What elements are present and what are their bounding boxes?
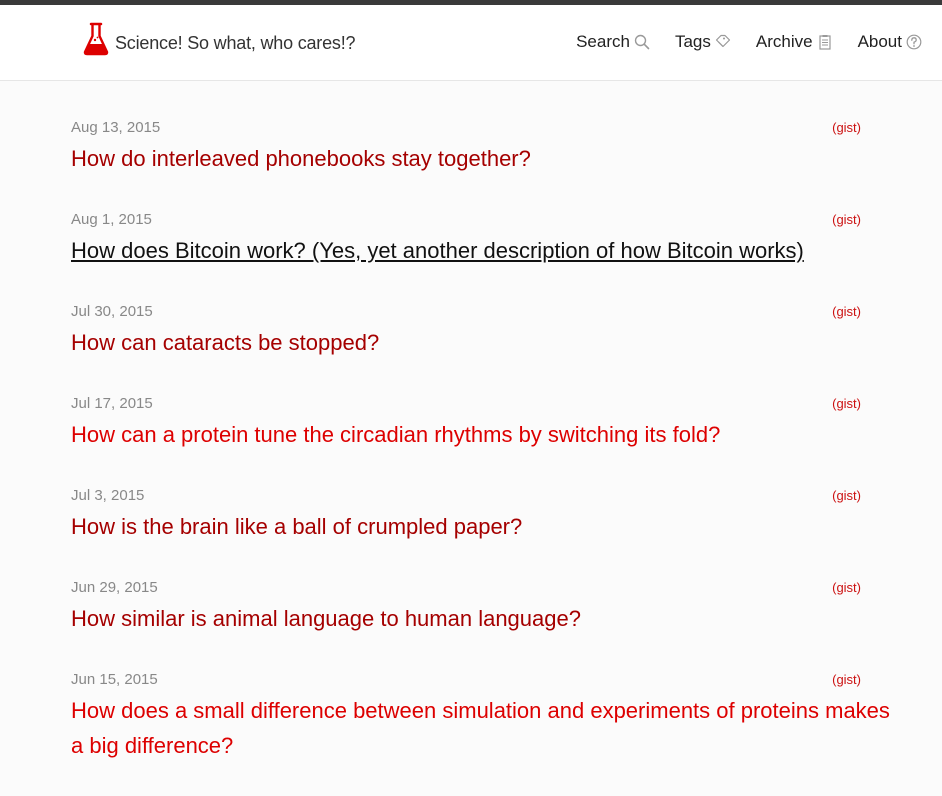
post-item: Jun 15, 2015 (gist) How does a small dif… [71,669,891,763]
site-title: Science! So what, who cares!? [115,33,356,53]
post-date: Aug 13, 2015 [71,119,161,136]
tag-icon [715,34,730,48]
post-title-link[interactable]: How does Bitcoin work? (Yes, yet another… [71,233,804,268]
post-title-link[interactable]: How do interleaved phonebooks stay toget… [71,141,531,176]
post-title-link[interactable]: How does a small difference between simu… [71,693,891,763]
gist-link[interactable]: (gist) [832,120,861,135]
nav-about[interactable]: About [858,32,922,52]
post-date: Jun 29, 2015 [71,579,158,596]
nav-archive[interactable]: Archive [756,32,833,52]
nav-tags-label: Tags [674,32,711,51]
gist-link[interactable]: (gist) [832,396,861,411]
question-icon [906,34,922,50]
site-header: Science! So what, who cares!? Search Tag… [0,5,942,81]
gist-link[interactable]: (gist) [832,304,861,319]
flask-icon [83,22,109,56]
post-date: Jul 3, 2015 [71,487,145,504]
post-title-link[interactable]: How similar is animal language to human … [71,601,581,636]
main-nav: Search Tags Archive About [551,32,922,52]
gist-link[interactable]: (gist) [832,212,861,227]
gist-link[interactable]: (gist) [832,580,861,595]
post-date: Jun 15, 2015 [71,671,158,688]
post-date: Jul 17, 2015 [71,395,153,412]
post-item: Aug 1, 2015 (gist) How does Bitcoin work… [71,209,891,268]
search-icon [634,34,650,50]
post-item: Jul 17, 2015 (gist) How can a protein tu… [71,393,891,452]
post-item: Jun 29, 2015 (gist) How similar is anima… [71,577,891,636]
post-title-link[interactable]: How can a protein tune the circadian rhy… [71,417,720,452]
archive-icon [818,35,831,50]
post-title-link[interactable]: How is the brain like a ball of crumpled… [71,509,522,544]
nav-search-label: Search [576,32,630,51]
nav-archive-label: Archive [755,32,813,51]
post-date: Jul 30, 2015 [71,303,153,320]
nav-search[interactable]: Search [576,32,650,52]
post-item: Jul 3, 2015 (gist) How is the brain like… [71,485,891,544]
post-date: Aug 1, 2015 [71,211,152,228]
post-item: Aug 13, 2015 (gist) How do interleaved p… [71,117,891,176]
nav-tags[interactable]: Tags [675,32,731,52]
post-title-link[interactable]: How can cataracts be stopped? [71,325,379,360]
site-brand-link[interactable]: Science! So what, who cares!? [83,22,356,56]
gist-link[interactable]: (gist) [832,488,861,503]
gist-link[interactable]: (gist) [832,672,861,687]
post-list: Aug 13, 2015 (gist) How do interleaved p… [71,117,891,796]
nav-about-label: About [857,32,902,51]
post-item: Jul 30, 2015 (gist) How can cataracts be… [71,301,891,360]
